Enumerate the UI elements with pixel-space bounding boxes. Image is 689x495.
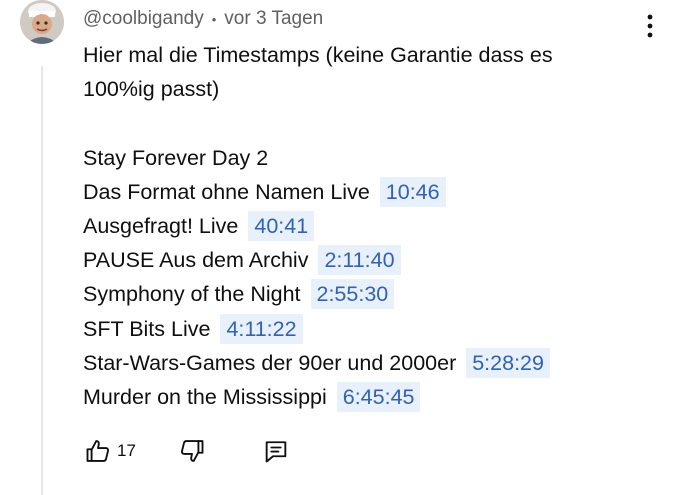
entry-title: Murder on the Mississippi <box>83 384 327 409</box>
timestamp-entry: Murder on the Mississippi 6:45:45 <box>83 380 673 414</box>
entry-title: Star-Wars-Games der 90er und 2000er <box>83 350 457 375</box>
comment-blank-line <box>83 106 673 140</box>
reply-comment-icon <box>265 441 287 463</box>
like-button[interactable] <box>83 436 113 466</box>
reply-button[interactable] <box>261 436 291 466</box>
meta-separator: • <box>211 11 217 27</box>
avatar[interactable] <box>20 0 64 44</box>
thumbs-up-icon <box>86 440 110 462</box>
comment-heading: Stay Forever Day 2 <box>83 145 269 170</box>
timestamp-link[interactable]: 40:41 <box>248 210 315 241</box>
comment-header: @coolbigandy • vor 3 Tagen <box>83 6 323 32</box>
timestamp-link[interactable]: 6:45:45 <box>336 381 421 412</box>
timestamp-entry: SFT Bits Live 4:11:22 <box>83 312 673 346</box>
thread-line <box>41 66 43 495</box>
more-vertical-icon[interactable] <box>636 12 664 40</box>
entry-title: Symphony of the Night <box>83 282 301 307</box>
author-name[interactable]: @coolbigandy <box>83 8 204 30</box>
comment-intro-line-2: 100%ig passt) <box>83 77 220 102</box>
entry-title: Ausgefragt! Live <box>83 213 239 238</box>
comment-body: Hier mal die Timestamps (keine Garantie … <box>83 38 673 414</box>
timestamp-entry: Star-Wars-Games der 90er und 2000er 5:28… <box>83 346 673 380</box>
thumbs-down-icon <box>180 440 204 462</box>
comment-time[interactable]: vor 3 Tagen <box>224 8 323 30</box>
like-count: 17 <box>117 441 136 460</box>
entry-title: PAUSE Aus dem Archiv <box>83 248 309 273</box>
timestamp-entry: Das Format ohne Namen Live 10:46 <box>83 175 673 209</box>
entry-title: Das Format ohne Namen Live <box>83 179 370 204</box>
timestamp-link[interactable]: 5:28:29 <box>466 347 550 378</box>
dislike-button[interactable] <box>177 436 207 466</box>
timestamp-entry: Ausgefragt! Live 40:41 <box>83 209 673 243</box>
comment-intro-line-1: Hier mal die Timestamps (keine Garantie … <box>83 43 553 67</box>
timestamp-entry: PAUSE Aus dem Archiv 2:11:40 <box>83 243 673 277</box>
timestamp-entry: Symphony of the Night 2:55:30 <box>83 277 673 311</box>
comment-actions: 17 <box>83 434 291 468</box>
timestamp-link[interactable]: 2:55:30 <box>310 279 395 310</box>
entry-title: SFT Bits Live <box>83 316 211 341</box>
timestamp-link[interactable]: 2:11:40 <box>318 245 401 276</box>
timestamp-link[interactable]: 10:46 <box>379 176 446 207</box>
timestamp-link[interactable]: 4:11:22 <box>220 313 303 344</box>
